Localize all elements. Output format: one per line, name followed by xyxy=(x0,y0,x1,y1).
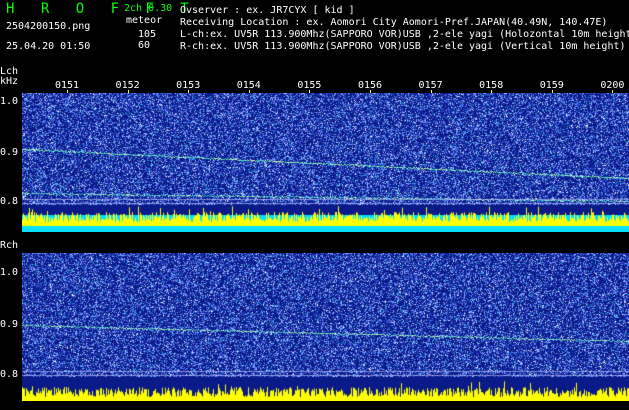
lch-tick-1.0: 1.0 xyxy=(0,96,19,107)
rch-info: R-ch:ex. UV5R 113.900Mhz(SAPPORO VOR)USB… xyxy=(180,41,626,52)
meteor-label: meteor xyxy=(126,15,163,26)
rch-tick-1.0: 1.0 xyxy=(0,267,19,278)
location-info: Receiving Location : ex. Aomori City Aom… xyxy=(180,17,608,28)
meteor-count-rch: 60 xyxy=(138,40,151,51)
meteor-count-lch: 105 xyxy=(138,29,157,40)
rch-tick-0.9: 0.9 xyxy=(0,319,19,330)
rch-channel-label: Rch xyxy=(0,240,19,251)
observer-info: Ovserver : ex. JR7CYX [ kid ] xyxy=(180,5,355,16)
lch-spectrogram xyxy=(22,93,629,232)
mode-label: 2ch 0.30 xyxy=(124,3,173,14)
rch-tick-0.8: 0.8 xyxy=(0,369,19,380)
lch-tick-0.9: 0.9 xyxy=(0,147,19,158)
filename: 2504200150.png xyxy=(6,21,91,32)
lch-unit-label: kHz xyxy=(0,76,19,87)
rch-spectrogram xyxy=(22,253,629,401)
timestamp: 25.04.20 01:50 xyxy=(6,41,91,52)
time-axis: 0151 0152 0153 0154 0155 0156 0157 0158 0159 0200 xyxy=(22,80,629,94)
lch-info: L-ch:ex. UV5R 113.900Mhz(SAPPORO VOR)USB… xyxy=(180,29,629,40)
lch-tick-0.8: 0.8 xyxy=(0,196,19,207)
